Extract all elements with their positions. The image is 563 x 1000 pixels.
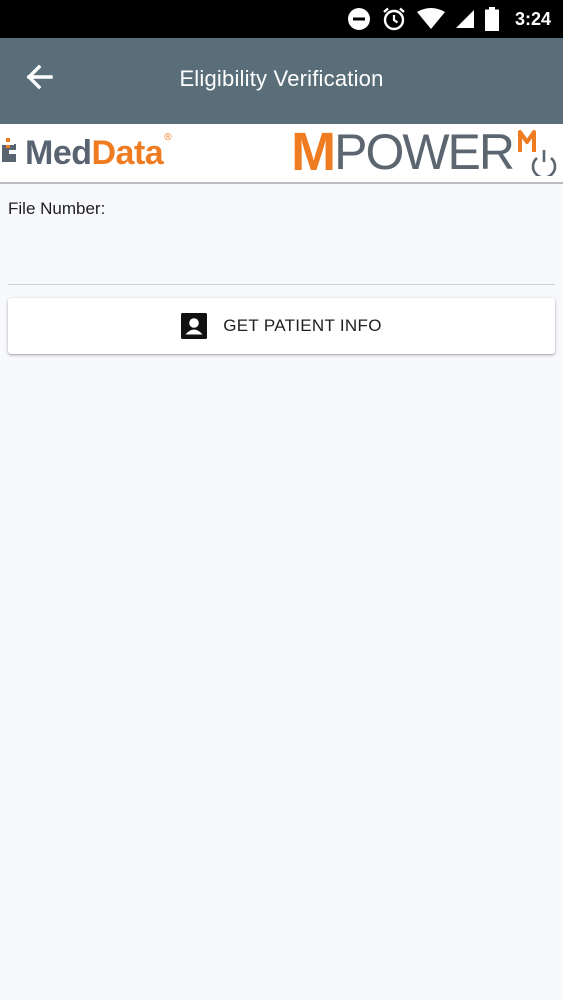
cellular-signal-icon — [455, 10, 474, 28]
registered-mark: ® — [164, 132, 172, 143]
status-icons: 3:24 — [347, 0, 551, 38]
mpower-logo-initial: M — [291, 122, 336, 182]
patient-card-icon — [181, 313, 208, 339]
do-not-disturb-icon — [347, 8, 370, 30]
meddata-mark-icon — [2, 138, 16, 162]
file-number-label: File Number: — [8, 199, 106, 218]
meddata-logo-med: Med — [25, 134, 92, 172]
mpower-logo-word: POWER — [334, 124, 515, 180]
mpower-logo: M POWER — [291, 124, 557, 180]
meddata-logo: Med Data ® — [0, 128, 172, 178]
meddata-logo-data: Data — [91, 134, 164, 172]
status-time: 3:24 — [514, 8, 551, 29]
battery-icon — [484, 7, 499, 31]
file-number-input[interactable] — [8, 226, 555, 285]
page-title: Eligibility Verification — [179, 66, 384, 91]
status-bar: 3:24 — [0, 0, 563, 38]
alarm-icon — [383, 7, 405, 31]
get-patient-info-label: GET PATIENT INFO — [223, 316, 382, 335]
mpower-power-icon — [518, 130, 557, 176]
logo-band: Med Data ® M POWER — [0, 124, 563, 184]
get-patient-info-button[interactable]: GET PATIENT INFO — [8, 298, 555, 354]
app-bar: Eligibility Verification — [0, 38, 563, 124]
wifi-icon — [416, 8, 445, 29]
